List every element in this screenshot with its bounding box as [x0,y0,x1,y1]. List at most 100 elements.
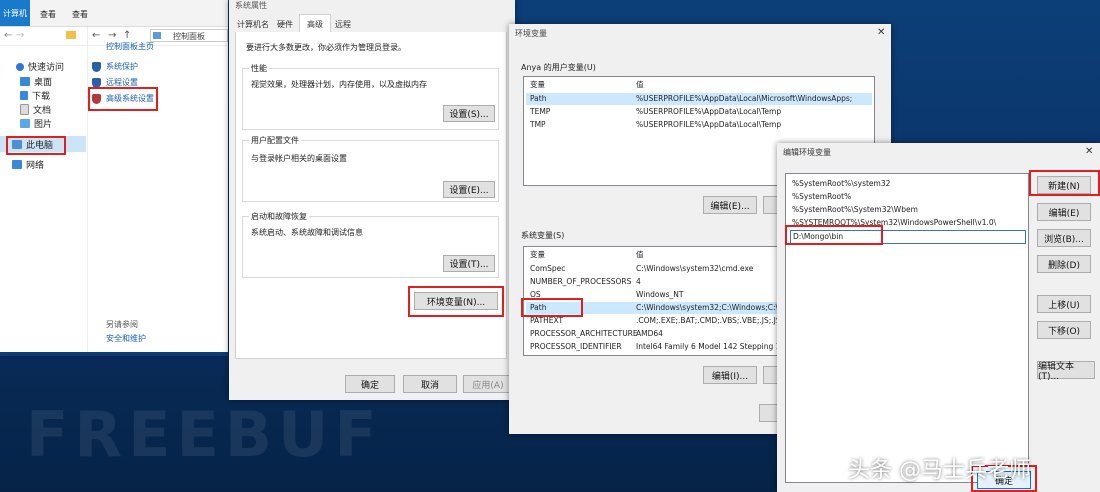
nav-item-label: 快速访问 [28,63,65,73]
admin-note: 要进行大多数更改，你必须作为管理员登录。 [246,43,406,52]
user-vars-label: Anya 的用户变量(U) [521,63,596,72]
nav-item-label: 网络 [26,161,45,171]
system-properties-window: 系统属性 计算机名 硬件 高级 远程 要进行大多数更改，你必须作为管理员登录。 … [229,0,515,400]
variable-value: C:\Windows\system32\cmd.exe [636,264,754,273]
nav-item-label: 图片 [34,120,53,130]
list-item[interactable]: %SystemRoot%\system32 [792,178,1026,190]
variable-name: NUMBER_OF_PROCESSORS [530,277,632,286]
browse-button[interactable]: 浏览(B)... [1037,229,1091,247]
variable-value: %USERPROFILE%\AppData\Local\Temp [636,107,782,116]
ribbon-view-tab[interactable]: 查看 [40,9,56,20]
pin-item [6,30,16,40]
startup-recovery-settings-button[interactable]: 设置(T)... [443,255,495,272]
picture-icon [20,119,30,128]
nav-item-documents[interactable]: 文档 [20,103,51,116]
nav-item-network[interactable]: 网络 [12,158,44,171]
variable-name: ComSpec [530,264,566,273]
highlight-advanced-settings [88,87,158,111]
performance-settings-button[interactable]: 设置(S)... [443,105,495,122]
edit-user-var-button[interactable]: 编辑(E)... [703,196,757,214]
table-row[interactable]: Path %USERPROFILE%\AppData\Local\Microso… [526,93,872,105]
window-title: 编辑环境变量 [783,148,831,157]
window-title: 环境变量 [515,29,547,38]
highlight-new-entry [785,225,883,245]
star-icon [16,62,24,71]
nav-item-pictures[interactable]: 图片 [20,117,52,130]
tab-panel: 要进行大多数更改，你必须作为管理员登录。 性能 视觉效果，处理器计划，内存使用，… [235,32,507,359]
highlight-path-row [521,298,583,317]
list-item[interactable]: %SystemRoot% [792,191,1026,203]
group-description: 系统启动、系统故障和调试信息 [251,228,363,237]
control-panel-home-link[interactable]: 控制面板主页 [106,41,154,52]
ribbon-view-tab-2[interactable]: 查看 [72,9,88,20]
group-title: 用户配置文件 [249,135,301,146]
variable-value: %USERPROFILE%\AppData\Local\Temp [636,120,782,129]
edit-env-var-window: 编辑环境变量 ✕ %SystemRoot%\system32 %SystemRo… [777,143,1100,492]
nav-item-label: 下载 [32,92,51,102]
desktop-taskbar-area [0,352,228,356]
edit-button[interactable]: 编辑(E) [1037,203,1091,221]
nav-item-desktop[interactable]: 桌面 [20,75,52,88]
explorer-window: 计算机 查看 查看 ← → ← → ↑ 控制面板 快速访问 桌面 下载 文档 图… [0,0,228,352]
user-profiles-settings-button[interactable]: 设置(E)... [443,181,495,198]
variable-name: TEMP [530,107,551,116]
document-icon [20,104,29,115]
close-icon[interactable]: ✕ [1085,146,1093,157]
apply-button[interactable]: 应用(A) [463,375,513,393]
system-vars-label: 系统变量(S) [521,231,565,240]
variable-value: AMD64 [636,329,663,338]
tab-computer-name[interactable]: 计算机名 [235,16,271,32]
column-header-value: 值 [636,80,644,89]
desktop-icon [20,77,30,86]
edit-text-button[interactable]: 编辑文本(T)... [1037,361,1095,382]
link-security-maintenance[interactable]: 安全和维护 [106,333,146,344]
variable-value: Windows_NT [636,290,684,299]
delete-button[interactable]: 删除(D) [1037,255,1091,273]
list-item[interactable]: %SystemRoot%\System32\Wbem [792,204,1026,216]
ok-button[interactable]: 确定 [345,375,395,393]
cancel-button[interactable]: 取消 [403,375,457,393]
download-icon [20,91,28,100]
column-header-variable: 变量 [530,250,545,259]
highlight-this-pc [6,136,66,155]
highlight-new-button [1029,170,1100,196]
close-icon[interactable]: ✕ [877,27,885,38]
nav-item-quick-access[interactable]: 快速访问 [16,60,64,73]
path-entries-list[interactable]: %SystemRoot%\system32 %SystemRoot% %Syst… [785,173,1029,483]
network-icon [12,160,22,169]
move-down-button[interactable]: 下移(O) [1037,321,1091,339]
freebuf-watermark: FREEBUF [26,398,383,471]
link-label: 系统保护 [106,62,138,71]
navigation-pane: 快速访问 桌面 下载 文档 图片 此电脑 网络 [0,46,86,352]
shield-icon [92,77,101,88]
list-header: 变量 值 [526,79,872,91]
variable-name: PROCESSOR_IDENTIFIER [530,342,622,351]
group-user-profiles: 用户配置文件 与登录帐户相关的桌面设置 设置(E)... [242,135,499,202]
link-system-protection[interactable]: 系统保护 [92,61,138,72]
env-ok-button[interactable] [759,404,779,422]
variable-name: TMP [530,120,546,129]
group-performance: 性能 视觉效果，处理器计划，内存使用，以及虚拟内存 设置(S)... [242,63,499,130]
edit-system-var-button[interactable]: 编辑(I)... [703,366,757,384]
see-also-title: 另请参阅 [106,320,138,329]
ribbon-file-tab[interactable]: 计算机 [0,0,30,26]
window-title: 系统属性 [235,1,267,10]
tab-remote[interactable]: 远程 [331,16,355,32]
variable-name: PROCESSOR_ARCHITECTURE [530,329,638,338]
table-row[interactable]: TEMP %USERPROFILE%\AppData\Local\Temp [526,106,872,118]
table-row[interactable]: TMP %USERPROFILE%\AppData\Local\Temp [526,119,872,131]
nav-item-label: 文档 [33,106,52,116]
group-description: 与登录帐户相关的桌面设置 [251,154,347,163]
variable-value: %USERPROFILE%\AppData\Local\Microsoft\Wi… [636,94,853,103]
nav-item-label: 桌面 [34,78,53,88]
tab-hardware[interactable]: 硬件 [273,16,297,32]
author-watermark: 头条 @马士兵老师 [848,458,1031,483]
tab-strip: 计算机名 硬件 高级 远程 [235,14,505,33]
group-description: 视觉效果，处理器计划，内存使用，以及虚拟内存 [251,80,427,89]
system-panel: 控制面板主页 系统保护 远程设置 高级系统设置 另请参阅 安全和维护 [87,27,229,352]
forward-arrow-icon[interactable]: → [16,30,24,41]
move-up-button[interactable]: 上移(U) [1037,295,1091,313]
tab-advanced[interactable]: 高级 [299,14,331,33]
variable-value: 4 [636,277,641,286]
nav-item-downloads[interactable]: 下载 [20,89,50,102]
